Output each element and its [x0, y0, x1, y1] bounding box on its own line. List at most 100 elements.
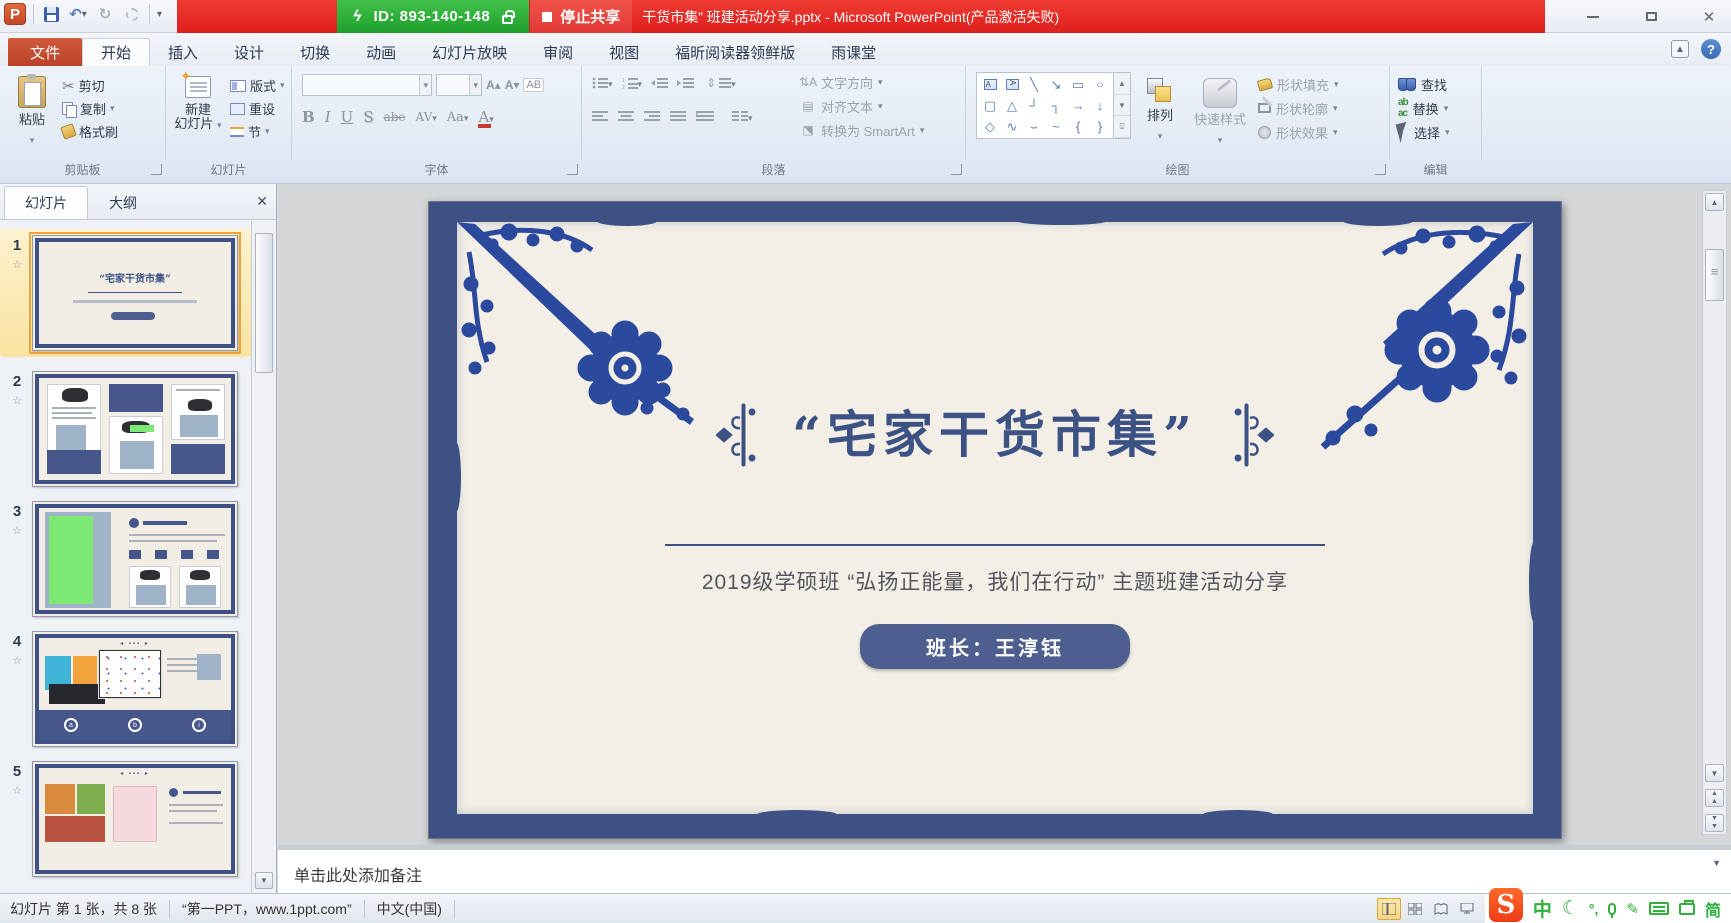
tab-view[interactable]: 视图 [591, 38, 657, 66]
align-right-button[interactable] [644, 108, 660, 124]
keyboard-icon[interactable] [1649, 902, 1669, 915]
scroll-up-button[interactable]: ▲ [1705, 193, 1724, 211]
panel-scrollbar[interactable]: ▼ [251, 221, 276, 893]
vertical-scrollbar[interactable]: ▲ ▼ ▲▲ ▼▼ [1702, 190, 1727, 835]
pen-icon[interactable]: ✎ [1626, 900, 1639, 918]
close-button[interactable]: ✕ [1695, 7, 1723, 27]
bold-button[interactable]: B [302, 108, 315, 126]
microphone-icon[interactable] [1608, 903, 1616, 915]
scrollbar-thumb[interactable] [1705, 249, 1724, 301]
shape-elbow-arrow-icon[interactable]: ┐ [1045, 95, 1067, 116]
animation-indicator-icon[interactable]: ☆ [12, 524, 22, 537]
shape-line-icon[interactable]: ╲ [1023, 74, 1045, 95]
panel-scrollbar-thumb[interactable] [255, 233, 273, 373]
character-spacing-button[interactable]: AV▾ [416, 110, 437, 124]
notes-placeholder[interactable]: 单击此处添加备注 [278, 850, 1731, 886]
shrink-font-button[interactable]: A▾ [505, 78, 520, 92]
text-direction-button[interactable]: ⇅A文字方向▾ [800, 70, 924, 94]
tab-file[interactable]: 文件 [8, 38, 82, 66]
arrange-button[interactable]: 排列 ▾ [1138, 72, 1182, 144]
panel-close-button[interactable]: ✕ [256, 193, 268, 210]
panel-scroll-down-button[interactable]: ▼ [255, 872, 273, 889]
sogou-logo-icon[interactable]: S [1489, 888, 1523, 922]
quick-styles-button[interactable]: 快速样式 ▾ [1188, 72, 1252, 148]
dialog-launcher-icon[interactable] [567, 164, 578, 175]
font-name-combo[interactable]: ▾ [302, 74, 432, 96]
align-center-button[interactable] [618, 108, 634, 124]
slide-thumbnail-1[interactable]: 1☆ “宅家干货市集” [0, 229, 252, 357]
slide-thumbnail-3[interactable]: 3☆ [2, 501, 252, 617]
dialog-launcher-icon[interactable] [951, 164, 962, 175]
stop-share-button[interactable]: 停止共享 [529, 0, 632, 33]
toolbox-icon[interactable] [1679, 903, 1695, 915]
slide-thumbnail-4[interactable]: 4☆ ◂ ▪▪▪ ▸ abi [2, 631, 252, 747]
shapes-scroll-down-button[interactable]: ▼ [1114, 95, 1130, 117]
slideshow-view-button[interactable] [1455, 898, 1479, 920]
paste-button[interactable]: 粘贴 ▾ [8, 70, 56, 148]
slide-title[interactable]: “宅家干货市集” [792, 397, 1198, 472]
font-size-combo[interactable]: ▾ [436, 74, 482, 96]
slide-subtitle[interactable]: 2019级学硕班 “弘扬正能量，我们在行动” 主题班建活动分享 [457, 566, 1533, 596]
select-button[interactable]: 选择▾ [1398, 120, 1450, 144]
shape-oval-icon[interactable]: ○ [1089, 76, 1111, 93]
text-shadow-button[interactable]: S [363, 108, 373, 126]
shapes-scroll-up-button[interactable]: ▲ [1114, 73, 1130, 95]
italic-button[interactable]: I [325, 108, 331, 126]
increase-indent-button[interactable] [677, 74, 694, 90]
layout-button[interactable]: 版式▾ [230, 74, 285, 97]
shape-arrow-icon[interactable]: ↘ [1045, 74, 1067, 95]
shape-right-brace-icon[interactable]: } [1089, 116, 1111, 137]
cut-button[interactable]: ✂剪切 [62, 74, 118, 97]
shapes-more-button[interactable]: ⍗ [1114, 116, 1130, 138]
minimize-ribbon-button[interactable]: ▲ [1671, 40, 1689, 58]
justify-button[interactable] [670, 108, 686, 124]
replace-button[interactable]: abac替换▾ [1398, 96, 1450, 120]
shape-scribble-icon[interactable]: ∿ [1001, 116, 1023, 137]
redo-button[interactable]: ↻ [95, 4, 115, 24]
reset-button[interactable]: 重设 [230, 97, 285, 120]
reading-view-button[interactable] [1429, 898, 1453, 920]
decrease-indent-button[interactable] [651, 74, 668, 90]
presenter-badge[interactable]: 班长：王淳钰 [860, 624, 1130, 669]
normal-view-button[interactable] [1377, 898, 1401, 920]
font-color-button[interactable]: A▾ [478, 108, 493, 126]
notes-scroll-icon[interactable]: ▼ [1712, 858, 1721, 868]
tab-slideshow[interactable]: 幻灯片放映 [414, 38, 525, 66]
convert-smartart-button[interactable]: ⬔转换为 SmartArt▾ [800, 118, 924, 142]
distribute-button[interactable] [696, 108, 714, 124]
save-button[interactable] [41, 4, 61, 24]
help-button[interactable]: ? [1701, 39, 1721, 59]
tab-yuketang[interactable]: 雨课堂 [813, 38, 894, 66]
slide-1[interactable]: “宅家干货市集” 2019级学硕班 “弘扬正能量，我们在行动” 主题班建活动分享 [428, 201, 1562, 839]
columns-button[interactable]: ▾ [732, 108, 753, 124]
shape-triangle-icon[interactable]: △ [1001, 95, 1023, 116]
new-slide-button[interactable]: 新建 幻灯片 ▾ [170, 70, 226, 133]
tab-animations[interactable]: 动画 [348, 38, 414, 66]
next-slide-button[interactable]: ▼▼ [1705, 814, 1724, 832]
copy-button[interactable]: 复制▾ [62, 97, 118, 120]
language-indicator[interactable]: 中文(中国) [377, 899, 442, 919]
shape-elbow-icon[interactable]: ┘ [1023, 95, 1045, 116]
shape-outline-button[interactable]: 形状轮廓▾ [1258, 96, 1339, 120]
punctuation-icon[interactable]: °, [1589, 901, 1599, 917]
underline-button[interactable]: U [341, 108, 354, 126]
scroll-down-button[interactable]: ▼ [1705, 764, 1724, 782]
ime-simplified[interactable]: 简 [1705, 897, 1721, 921]
shape-rounded-rectangle-icon[interactable]: ▢ [979, 95, 1001, 116]
tab-insert[interactable]: 插入 [150, 38, 216, 66]
animation-indicator-icon[interactable]: ☆ [12, 784, 22, 797]
slide-sorter-view-button[interactable] [1403, 898, 1427, 920]
ime-chinese-mode[interactable]: 中 [1533, 895, 1552, 922]
strikethrough-button[interactable]: abe [384, 110, 406, 124]
shape-vertical-textbox-icon[interactable]: A [1001, 74, 1023, 95]
shape-curve-icon[interactable]: ~ [1045, 116, 1067, 137]
shape-left-brace-icon[interactable]: { [1067, 116, 1089, 137]
tab-design[interactable]: 设计 [216, 38, 282, 66]
numbering-button[interactable]: 12▾ [622, 74, 643, 90]
shape-right-arrow-icon[interactable]: → [1067, 95, 1089, 116]
shape-effects-button[interactable]: 形状效果▾ [1258, 120, 1339, 144]
pending-button[interactable] [122, 4, 142, 24]
tab-review[interactable]: 审阅 [525, 38, 591, 66]
shape-fill-button[interactable]: 形状填充▾ [1258, 72, 1339, 96]
shape-rectangle-icon[interactable]: ▭ [1067, 74, 1089, 95]
